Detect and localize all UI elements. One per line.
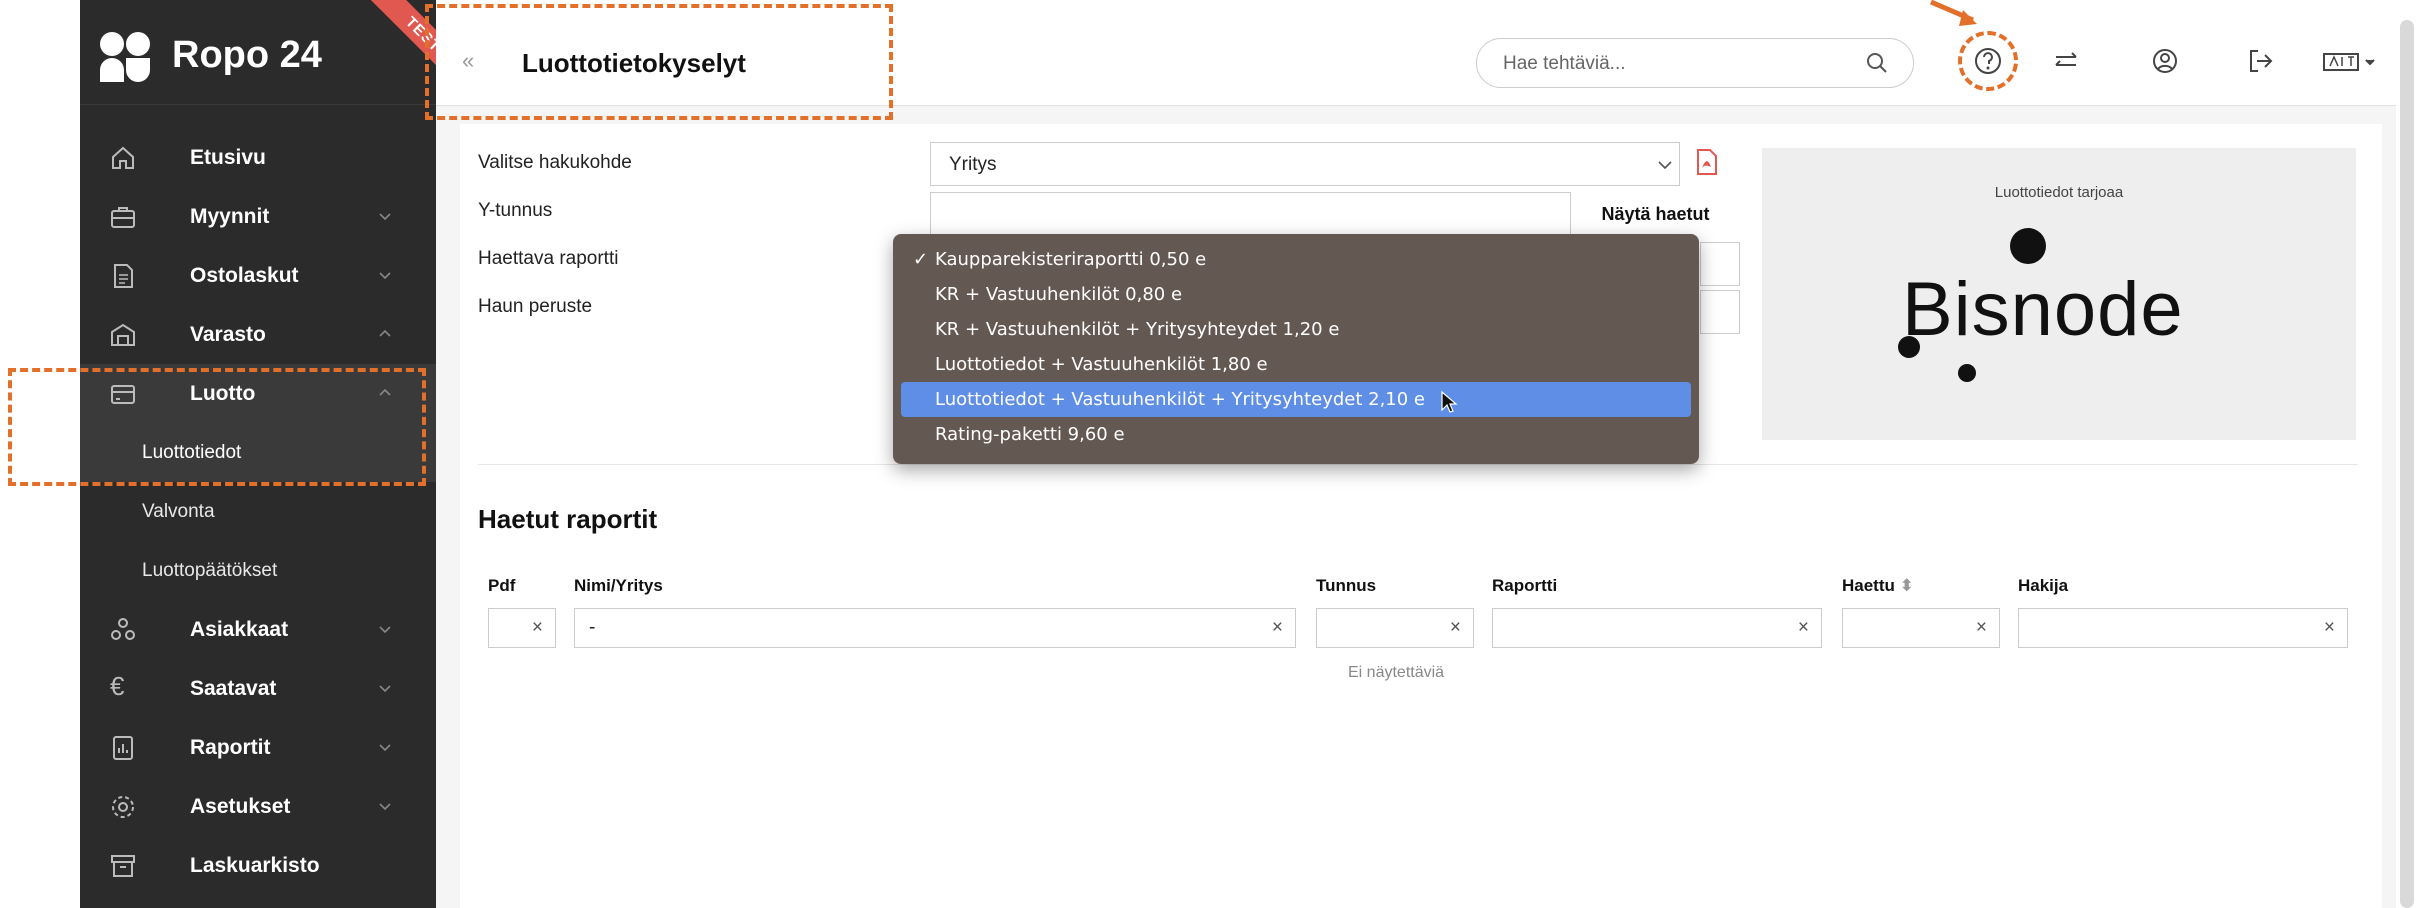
annotation-help-highlight <box>1958 31 2018 91</box>
annotation-arrow-icon <box>1930 0 1977 26</box>
dropdown-option-highlighted[interactable]: Luottotiedot + Vastuuhenkilöt + Yritysyh… <box>901 382 1691 417</box>
clear-icon[interactable]: × <box>1976 617 1987 639</box>
label-peruste: Haun peruste <box>478 296 593 317</box>
empty-message: Ei näytettäviä <box>1348 664 1445 681</box>
language-icon[interactable] <box>2322 44 2382 78</box>
sidebar-item-myynnit[interactable]: Myynnit <box>80 187 436 246</box>
col-pdf: Pdf <box>488 576 516 595</box>
sidebar-item-asiakkaat[interactable]: Asiakkaat <box>80 600 436 659</box>
dropdown-option[interactable]: Rating-paketti 9,60 e <box>901 417 1691 452</box>
switch-icon[interactable] <box>2050 44 2084 78</box>
chevron-down-icon <box>1658 161 1672 170</box>
briefcase-icon <box>111 207 135 228</box>
pdf-icon[interactable] <box>1696 148 1718 176</box>
filter-hakija[interactable]: × <box>2018 608 2348 648</box>
app-name: Ropo 24 <box>172 34 322 76</box>
divider <box>478 464 2358 465</box>
filter-raportti[interactable]: × <box>1492 608 1822 648</box>
filter-name[interactable]: - × <box>574 608 1296 648</box>
dropdown-option[interactable]: Luottotiedot + Vastuuhenkilöt 1,80 e <box>901 347 1691 382</box>
archive-icon <box>111 855 135 877</box>
annotation-title-highlight <box>425 4 893 120</box>
dropdown-option[interactable]: ✓ Kaupparekisteriraportti 0,50 e <box>901 242 1691 277</box>
sidebar-item-varasto[interactable]: Varasto <box>80 305 436 364</box>
warehouse-icon <box>111 323 135 346</box>
sidebar-item-saatavat[interactable]: € Saatavat <box>80 659 436 718</box>
show-fetched-button[interactable]: Näytä haetut <box>1570 192 1740 236</box>
chevron-up-icon <box>379 329 391 337</box>
sidebar-item-asetukset[interactable]: Asetukset <box>80 777 436 836</box>
label-ytunnus: Y-tunnus <box>478 200 553 221</box>
home-icon <box>112 146 134 169</box>
report-icon <box>113 736 133 760</box>
bisnode-logo-dot <box>1958 364 1976 382</box>
clear-icon[interactable]: × <box>1272 617 1283 639</box>
logo-area: Ropo 24 TEST <box>80 0 448 105</box>
label-raportti: Haettava raportti <box>478 248 619 269</box>
check-icon: ✓ <box>913 249 929 270</box>
sidebar-sub-luottopaatokset[interactable]: Luottopäätökset <box>80 541 436 600</box>
reports-title: Haetut raportit <box>478 504 658 534</box>
filter-tunnus[interactable]: × <box>1316 608 1474 648</box>
search-placeholder: Hae tehtäviä... <box>1503 53 1626 74</box>
clear-icon[interactable]: × <box>1450 617 1461 639</box>
main-content: Valitse hakukohde Y-tunnus Haettava rapo… <box>436 106 2396 908</box>
sidebar-item-raportit[interactable]: Raportit <box>80 718 436 777</box>
gear-icon <box>112 796 134 818</box>
chevron-down-icon <box>379 685 391 693</box>
provider-panel: Luottotiedot tarjoaa Bisnode <box>1762 148 2356 440</box>
user-icon[interactable] <box>2148 44 2182 78</box>
provider-caption: Luottotiedot tarjoaa <box>1994 184 2124 201</box>
chevron-down-icon <box>379 272 391 280</box>
report-dropdown-menu: ✓ Kaupparekisteriraportti 0,50 e KR + Vas… <box>893 234 1699 464</box>
chevron-down-icon <box>379 626 391 634</box>
sidebar-nav: Etusivu Myynnit Ostolaskut Varasto Luott… <box>80 128 436 895</box>
chevron-down-icon <box>379 744 391 752</box>
chevron-down-icon <box>379 213 391 221</box>
document-icon <box>114 264 133 288</box>
filter-pdf[interactable]: × <box>488 608 556 648</box>
dropdown-option[interactable]: KR + Vastuuhenkilöt + Yritysyhteydet 1,2… <box>901 312 1691 347</box>
sidebar-item-ostolaskut[interactable]: Ostolaskut <box>80 246 436 305</box>
bisnode-logo-dot <box>2010 228 2046 264</box>
sidebar-item-laskuarkisto[interactable]: Laskuarkisto <box>80 836 436 895</box>
scrollbar[interactable] <box>2400 20 2414 908</box>
search-input[interactable]: Hae tehtäviä... <box>1476 38 1914 88</box>
basis-select[interactable] <box>1700 290 1740 334</box>
col-hakija: Hakija <box>2018 576 2069 595</box>
col-tunnus: Tunnus <box>1316 576 1377 595</box>
search-icon <box>1867 53 1887 73</box>
dropdown-option[interactable]: KR + Vastuuhenkilöt 0,80 e <box>901 277 1691 312</box>
people-icon <box>111 618 135 640</box>
clear-icon[interactable]: × <box>532 617 543 639</box>
col-name: Nimi/Yritys <box>574 576 663 595</box>
chevron-down-icon <box>379 803 391 811</box>
target-select[interactable]: Yritys <box>930 142 1680 186</box>
bisnode-logo: Bisnode <box>1902 267 2184 352</box>
clear-icon[interactable]: × <box>2324 617 2335 639</box>
sidebar-item-etusivu[interactable]: Etusivu <box>80 128 436 187</box>
ropo-logo-icon <box>100 32 150 82</box>
filter-haettu[interactable]: × <box>1842 608 2000 648</box>
label-hakukohde: Valitse hakukohde <box>478 152 632 173</box>
col-haettu[interactable]: Haettu ⬍ <box>1842 576 1914 596</box>
mouse-cursor-icon <box>1441 390 1458 413</box>
logout-icon[interactable] <box>2244 44 2278 78</box>
sidebar-sub-valvonta[interactable]: Valvonta <box>80 482 436 541</box>
euro-icon: € <box>110 671 125 701</box>
report-select[interactable] <box>1700 242 1740 286</box>
clear-icon[interactable]: × <box>1798 617 1809 639</box>
col-raportti: Raportti <box>1492 576 1558 595</box>
sort-icon: ⬍ <box>1899 576 1914 595</box>
annotation-sidebar-highlight <box>8 368 426 486</box>
